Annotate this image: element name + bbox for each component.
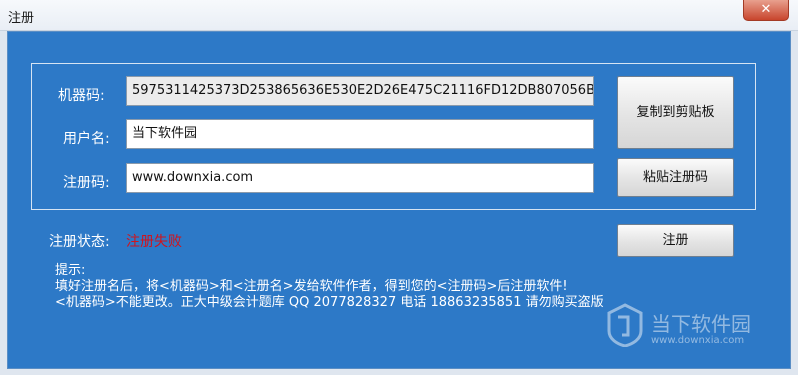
tips-title: 提示: xyxy=(55,263,86,278)
reg-code-field[interactable]: www.downxia.com xyxy=(126,163,594,193)
machine-code-label: 机器码: xyxy=(58,88,105,104)
watermark-text: 当下软件园 xyxy=(651,312,751,336)
watermark-url: www.downxia.com xyxy=(651,335,745,346)
status-label: 注册状态: xyxy=(49,234,110,250)
tips-line-1: 填好注册名后，将<机器码>和<注册名>发给软件作者，得到您的<注册码>后注册软件… xyxy=(55,279,568,294)
close-icon: ✕ xyxy=(760,2,772,17)
watermark-logo-icon xyxy=(607,303,643,347)
machine-code-field[interactable]: 5975311425373D253865636E530E2D26E475C211… xyxy=(126,76,594,106)
register-window: 注册 ✕ 机器码: 5975311425373D253865636E530E2D… xyxy=(0,0,798,375)
status-value: 注册失败 xyxy=(126,234,182,250)
reg-code-label: 注册码: xyxy=(63,175,110,191)
paste-reg-code-button[interactable]: 粘贴注册码 xyxy=(617,158,734,197)
title-bar[interactable]: 注册 ✕ xyxy=(0,0,798,31)
copy-to-clipboard-button[interactable]: 复制到剪贴板 xyxy=(617,76,734,149)
username-field[interactable]: 当下软件园 xyxy=(126,119,594,149)
window-title: 注册 xyxy=(8,11,35,26)
username-label: 用户名: xyxy=(63,131,110,147)
register-button[interactable]: 注册 xyxy=(617,224,734,257)
close-button[interactable]: ✕ xyxy=(743,0,789,21)
tips-line-2: <机器码>不能更改。正大中级会计题库 QQ 2077828327 电话 1886… xyxy=(55,295,604,310)
